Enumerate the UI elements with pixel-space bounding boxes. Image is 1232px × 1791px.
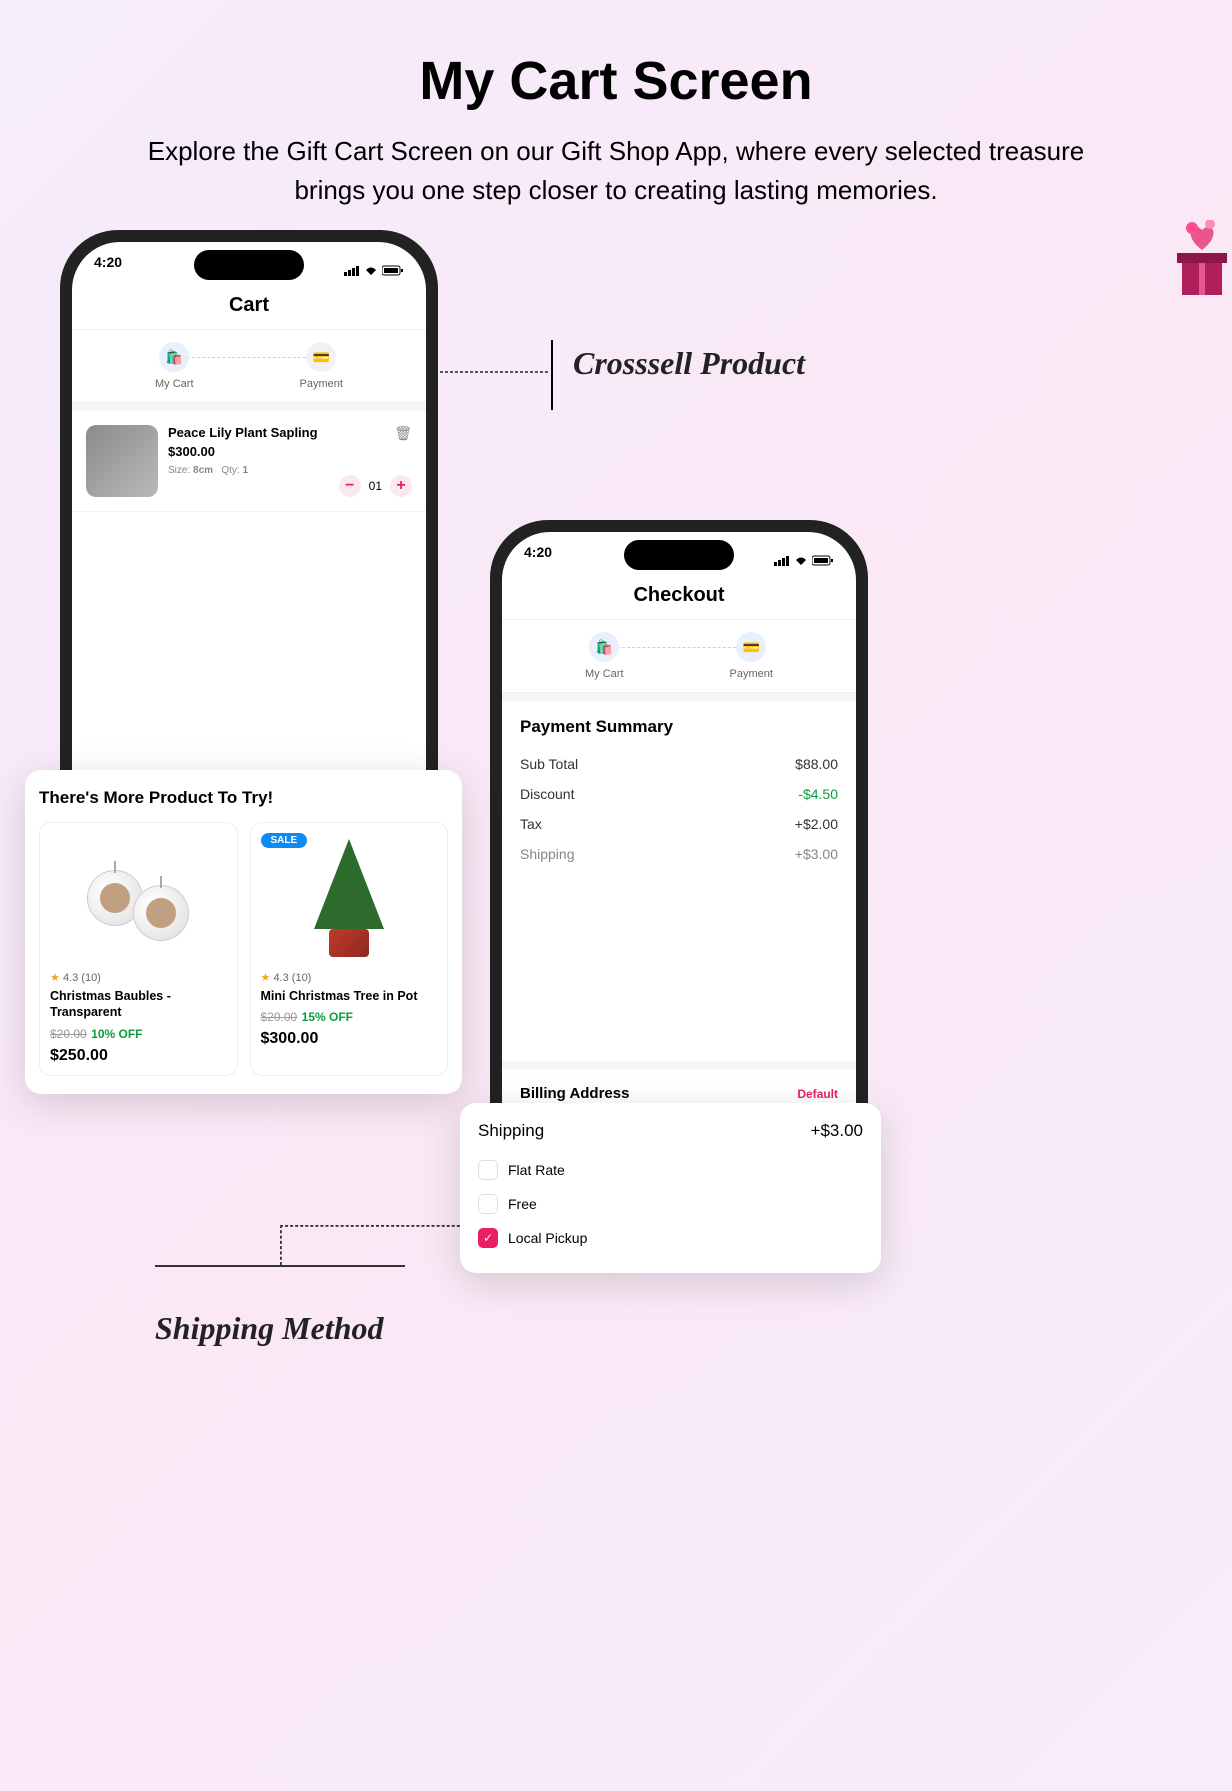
step-label: Payment — [730, 668, 773, 680]
checkbox-checked-icon: ✓ — [478, 1228, 498, 1248]
product-name: Mini Christmas Tree in Pot — [261, 988, 438, 1004]
shipping-value: +$3.00 — [811, 1121, 863, 1141]
product-price: $300.00 — [168, 444, 412, 459]
page-subtitle: Explore the Gift Cart Screen on our Gift… — [116, 132, 1116, 210]
crosssell-popup: There's More Product To Try! ★ 4.3 (10) … — [25, 770, 462, 1094]
product-image — [261, 833, 438, 963]
checkout-steps: 🛍️ My Cart 💳 Payment — [502, 619, 856, 693]
shipping-option-localpickup[interactable]: ✓Local Pickup — [478, 1221, 863, 1255]
wifi-icon — [794, 555, 808, 566]
cart-item[interactable]: Peace Lily Plant Sapling $300.00 Size: 8… — [72, 403, 426, 512]
rating: ★ 4.3 (10) — [50, 971, 227, 984]
rating: ★ 4.3 (10) — [261, 971, 438, 984]
shipping-option-free[interactable]: Free — [478, 1187, 863, 1221]
annotation-underline — [155, 1265, 405, 1267]
star-icon: ★ — [50, 972, 60, 984]
step-mycart[interactable]: 🛍️ My Cart — [585, 632, 624, 680]
step-payment[interactable]: 💳 Payment — [300, 342, 343, 390]
summary-row-tax: Tax+$2.00 — [520, 809, 838, 839]
checkbox-icon — [478, 1194, 498, 1214]
old-price: $20.00 — [261, 1010, 298, 1024]
price: $300.00 — [261, 1030, 438, 1048]
qty-plus-button[interactable]: + — [390, 475, 412, 497]
product-card[interactable]: SALE ★ 4.3 (10) Mini Christmas Tree in P… — [250, 822, 449, 1076]
step-payment[interactable]: 💳 Payment — [730, 632, 773, 680]
billing-title: Billing Address — [520, 1085, 629, 1102]
card-icon: 💳 — [306, 342, 336, 372]
price: $250.00 — [50, 1047, 227, 1065]
shipping-popup: Shipping +$3.00 Flat Rate Free ✓Local Pi… — [460, 1103, 881, 1273]
step-mycart[interactable]: 🛍️ My Cart — [155, 342, 194, 390]
discount-label: 15% OFF — [302, 1010, 353, 1024]
battery-icon — [812, 555, 834, 566]
crosssell-title: There's More Product To Try! — [39, 788, 448, 808]
star-icon: ★ — [261, 972, 271, 984]
page-title: My Cart Screen — [0, 0, 1232, 112]
summary-row-subtotal: Sub Total$88.00 — [520, 749, 838, 779]
product-name: Christmas Baubles - Transparent — [50, 988, 227, 1021]
default-badge: Default — [797, 1087, 838, 1101]
qty-value: 01 — [369, 479, 382, 493]
status-time: 4:20 — [94, 254, 122, 286]
annotation-dash-v2 — [280, 1225, 282, 1265]
product-thumb — [86, 425, 158, 497]
product-name: Peace Lily Plant Sapling — [168, 425, 412, 440]
step-label: My Cart — [155, 378, 194, 390]
notch — [624, 540, 734, 570]
notch — [194, 250, 304, 280]
product-card[interactable]: ★ 4.3 (10) Christmas Baubles - Transpare… — [39, 822, 238, 1076]
summary-row-discount: Discount-$4.50 — [520, 779, 838, 809]
shipping-label: Shipping — [478, 1121, 544, 1141]
annotation-dash-h2 — [280, 1225, 475, 1227]
step-label: Payment — [300, 378, 343, 390]
old-price: $20.00 — [50, 1027, 87, 1041]
shipping-option-flatrate[interactable]: Flat Rate — [478, 1153, 863, 1187]
product-image — [50, 833, 227, 963]
qty-minus-button[interactable]: − — [339, 475, 361, 497]
checkout-steps: 🛍️ My Cart 💳 Payment — [72, 329, 426, 403]
delete-icon[interactable]: 🗑 — [394, 425, 412, 442]
bag-icon: 🛍️ — [589, 632, 619, 662]
gift-decoration-icon — [1172, 220, 1232, 300]
summary-row-shipping: Shipping+$3.00 — [520, 839, 838, 869]
discount-label: 10% OFF — [91, 1027, 142, 1041]
payment-summary: Payment Summary Sub Total$88.00 Discount… — [502, 693, 856, 885]
checkbox-icon — [478, 1160, 498, 1180]
status-icons — [344, 254, 404, 286]
annotation-vline — [551, 340, 553, 410]
summary-title: Payment Summary — [520, 717, 838, 737]
wifi-icon — [364, 265, 378, 276]
status-time: 4:20 — [524, 544, 552, 576]
screen-title: Cart — [72, 286, 426, 329]
signal-icon — [344, 265, 360, 276]
screen-title: Checkout — [502, 576, 856, 619]
signal-icon — [774, 555, 790, 566]
annotation-shipping: Shipping Method — [155, 1310, 384, 1347]
battery-icon — [382, 265, 404, 276]
status-icons — [774, 544, 834, 576]
quantity-stepper: − 01 + — [339, 475, 412, 497]
annotation-crosssell: Crosssell Product — [573, 345, 805, 382]
step-label: My Cart — [585, 668, 624, 680]
card-icon: 💳 — [736, 632, 766, 662]
bag-icon: 🛍️ — [159, 342, 189, 372]
sale-badge: SALE — [261, 833, 308, 848]
